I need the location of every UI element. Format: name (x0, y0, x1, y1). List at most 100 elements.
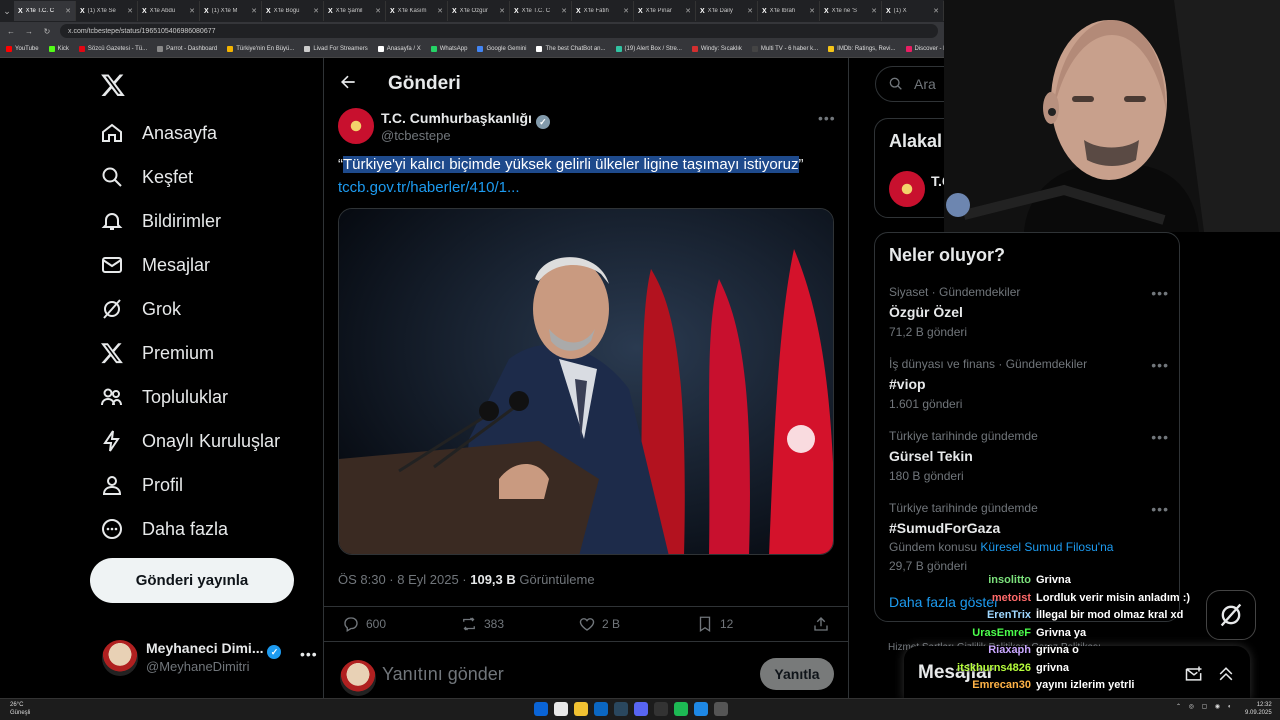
app-icon[interactable] (654, 702, 668, 716)
close-tab-icon[interactable]: ✕ (623, 7, 629, 15)
browser-tab[interactable]: X X'te Özgür ✕ (448, 1, 510, 21)
bookmark-item[interactable]: YouTube (6, 45, 39, 52)
browser-tab[interactable]: X (1) X'te Se ✕ (76, 1, 138, 21)
forward-arrow-icon[interactable]: → (24, 27, 34, 36)
bookmark-item[interactable]: Parrot - Dashboard (157, 45, 217, 52)
tweet-photo[interactable] (338, 208, 834, 555)
nav-item-0[interactable]: Anasayfa (100, 118, 217, 148)
spotify-icon[interactable] (674, 702, 688, 716)
close-tab-icon[interactable]: ✕ (561, 7, 567, 15)
repost-action[interactable]: 383 (460, 615, 504, 633)
post-button[interactable]: Gönderi yayınla (90, 558, 294, 603)
bookmark-item[interactable]: Windy: Sıcaklık (691, 45, 742, 52)
tweet-link[interactable]: tccb.gov.tr/haberler/410/1... (338, 179, 520, 196)
nav-item-2[interactable]: Bildirimler (100, 206, 221, 236)
more-dots-icon[interactable]: ••• (1151, 357, 1169, 373)
close-tab-icon[interactable]: ✕ (251, 7, 257, 15)
bookmark-item[interactable]: Sözcü Gazetesi - Tü... (78, 45, 147, 52)
nav-item-3[interactable]: Mesajlar (100, 250, 210, 280)
trend-item[interactable]: Türkiye tarihinde gündemde #SumudForGaza G… (889, 501, 1169, 573)
bookmark-item[interactable]: Google Gemini (477, 45, 526, 52)
bookmark-item[interactable]: Kick (48, 45, 69, 52)
close-tab-icon[interactable]: ✕ (189, 7, 195, 15)
bookmark-action[interactable]: 12 (696, 615, 733, 633)
bookmark-item[interactable]: Türkiye'nin En Büyü... (227, 45, 294, 52)
more-dots-icon[interactable]: ••• (300, 646, 318, 662)
browser-tab[interactable]: X X'te Şamil ✕ (324, 1, 386, 21)
nav-item-7[interactable]: Onaylı Kuruluşlar (100, 426, 280, 456)
close-tab-icon[interactable]: ✕ (65, 7, 71, 15)
browser-tab[interactable]: X X'te Abdu ✕ (138, 1, 200, 21)
chrome-icon[interactable] (554, 702, 568, 716)
close-tab-icon[interactable]: ✕ (375, 7, 381, 15)
bookmark-item[interactable]: Anasayfa / X (377, 45, 421, 52)
trend-item[interactable]: Türkiye tarihinde gündemde Gürsel Tekin 18… (889, 429, 1169, 483)
bookmark-item[interactable]: IMDb: Ratings, Revi... (828, 45, 896, 52)
tab-search-icon[interactable]: ⌄ (0, 0, 14, 22)
bookmark-item[interactable]: Discover - Fi (905, 45, 944, 52)
more-dots-icon[interactable]: ••• (818, 110, 836, 126)
share-action[interactable] (812, 615, 830, 633)
x-logo-icon[interactable] (100, 72, 126, 98)
bookmark-item[interactable]: WhatsApp (430, 45, 467, 52)
nav-item-1[interactable]: Keşfet (100, 162, 193, 192)
reply-button[interactable]: Yanıtla (760, 658, 834, 690)
file-explorer-icon[interactable] (574, 702, 588, 716)
browser-tab[interactable]: X X'te Bogu ✕ (262, 1, 324, 21)
browser-tab[interactable]: X X'te Pınar ✕ (634, 1, 696, 21)
browser-tab[interactable]: X (1) X ✕ (882, 1, 944, 21)
account-switcher[interactable]: Meyhaneci Dimi... ✓ @MeyhaneDimitri ••• (102, 636, 317, 686)
relevant-avatar[interactable] (889, 171, 925, 207)
nav-item-5[interactable]: Premium (100, 338, 214, 368)
like-action[interactable]: 2 B (578, 615, 620, 633)
steam-icon[interactable] (614, 702, 628, 716)
close-tab-icon[interactable]: ✕ (809, 7, 815, 15)
app-icon[interactable] (694, 702, 708, 716)
reply-action[interactable]: 600 (342, 615, 386, 633)
close-tab-icon[interactable]: ✕ (437, 7, 443, 15)
more-dots-icon[interactable]: ••• (1151, 285, 1169, 301)
browser-tab[interactable]: X X'te Daily ✕ (696, 1, 758, 21)
bookmark-item[interactable]: Multi TV - 6 haber k... (751, 45, 818, 52)
close-tab-icon[interactable]: ✕ (747, 7, 753, 15)
back-arrow-icon[interactable]: ← (6, 27, 16, 36)
tweet-time[interactable]: ÖS 8:30 · 8 Eyl 2025 · (338, 572, 470, 587)
nav-item-8[interactable]: Profil (100, 470, 183, 500)
browser-tab[interactable]: X X'te Kasım ✕ (386, 1, 448, 21)
trend-topic-link[interactable]: Küresel Sumud Filosu'na (980, 540, 1113, 554)
trend-item[interactable]: Siyaset · Gündemdekiler Özgür Özel 71,2 B … (889, 285, 1169, 339)
grok-floating-button[interactable] (1206, 590, 1256, 640)
more-dots-icon[interactable]: ••• (1151, 429, 1169, 445)
bookmark-item[interactable]: (19) Alert Box / Stre... (615, 45, 682, 52)
browser-tab[interactable]: X (1) X'te M ✕ (200, 1, 262, 21)
store-icon[interactable] (594, 702, 608, 716)
system-tray-icons[interactable]: ⌃ ◎ ▢ ◉ ◐ (1176, 703, 1234, 710)
more-dots-icon[interactable]: ••• (1151, 501, 1169, 517)
bookmark-item[interactable]: The best ChatBot an... (536, 45, 606, 52)
system-clock[interactable]: 12:32 9.09.2025 (1245, 701, 1272, 717)
reload-icon[interactable]: ↻ (42, 27, 52, 36)
close-tab-icon[interactable]: ✕ (313, 7, 319, 15)
start-icon[interactable] (534, 702, 548, 716)
browser-tab[interactable]: X X'te T.C. C ✕ (14, 1, 76, 21)
expand-up-icon[interactable] (1216, 664, 1236, 684)
browser-tab[interactable]: X X'te T.C. C ✕ (510, 1, 572, 21)
reply-input[interactable]: Yanıtını gönder (382, 664, 504, 685)
browser-tab[interactable]: X X'te Fatih ✕ (572, 1, 634, 21)
back-arrow-icon[interactable] (338, 72, 358, 97)
weather-widget[interactable]: 26°C Güneşli (10, 701, 30, 717)
trend-item[interactable]: İş dünyası ve finans · Gündemdekiler #vio… (889, 357, 1169, 411)
close-tab-icon[interactable]: ✕ (499, 7, 505, 15)
browser-tab[interactable]: X X'te ne 'S ✕ (820, 1, 882, 21)
nav-item-9[interactable]: Daha fazla (100, 514, 228, 544)
close-tab-icon[interactable]: ✕ (127, 7, 133, 15)
browser-tab[interactable]: X X'te İbrah ✕ (758, 1, 820, 21)
nav-item-4[interactable]: Grok (100, 294, 181, 324)
author-avatar[interactable] (338, 108, 374, 144)
url-field[interactable]: x.com/tcbestepe/status/19651054069860806… (60, 24, 938, 38)
discord-icon[interactable] (634, 702, 648, 716)
nav-item-6[interactable]: Topluluklar (100, 382, 228, 412)
close-tab-icon[interactable]: ✕ (685, 7, 691, 15)
bookmark-item[interactable]: Livad For Streamers (304, 45, 368, 52)
close-tab-icon[interactable]: ✕ (871, 7, 877, 15)
